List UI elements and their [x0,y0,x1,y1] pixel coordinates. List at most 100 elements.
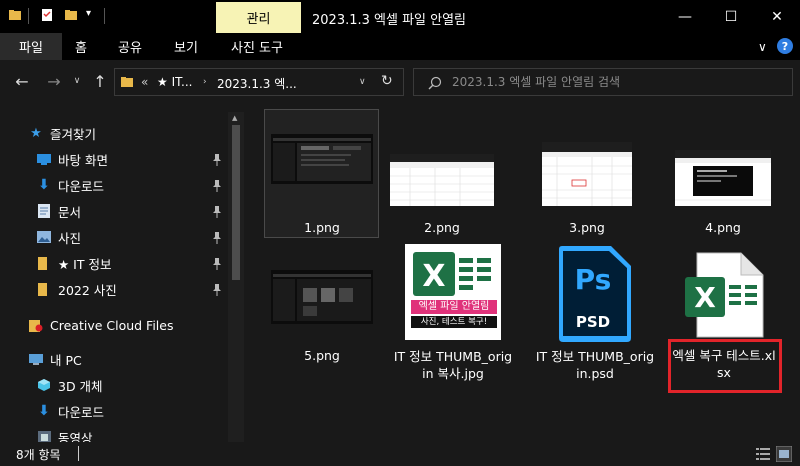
file-name: 5.png [304,348,340,363]
folder-app-icon[interactable] [8,8,22,22]
pictures-icon [36,230,52,244]
collapse-ribbon-icon[interactable]: ∨ [758,33,767,60]
image-thumbnail [663,150,783,206]
document-icon [36,204,52,218]
sidebar-item-creative-cloud[interactable]: Creative Cloud Files [28,313,174,337]
breadcrumb-separator-icon[interactable]: › [203,77,207,87]
breadcrumb-it-info[interactable]: ★ IT... [157,75,192,89]
sidebar-item-documents[interactable]: 문서 [36,199,81,223]
image-thumbnail: X 엑셀 파일 안열림 사진, 테스트 복구! [405,244,501,340]
status-bar: 8개 항목 [0,442,800,466]
sidebar-item-label: 내 PC [50,352,82,368]
ribbon-tabs: 파일 홈 공유 보기 사진 도구 ∨ ? [0,33,800,60]
sidebar-item-pictures[interactable]: 사진 [36,225,81,249]
search-input[interactable] [452,73,782,91]
sidebar-item-label: 다운로드 [58,404,105,420]
highlight-frame [668,339,782,393]
file-item[interactable]: Ps PSD IT 정보 THUMB_origin.psd [535,244,655,404]
sidebar-item-2022-photos[interactable]: 2022 사진 [36,277,117,301]
address-dropdown-icon[interactable]: ∨ [359,77,366,87]
tab-home[interactable]: 홈 [75,33,87,60]
details-view-icon[interactable] [756,447,770,461]
sidebar-item-this-pc[interactable]: 내 PC [28,347,82,371]
image-thumbnail [262,270,382,324]
svg-text:X: X [422,259,445,294]
thumbnail-title: 엑셀 파일 안열림 [411,300,497,314]
xlsx-file-icon: X [665,250,785,340]
file-item[interactable]: 5.png [262,252,382,372]
navigation-bar: ← → ∨ ↑ « ★ IT... › 2023.1.3 엑... ∨ ↻ [0,60,800,102]
address-overflow[interactable]: « [141,75,148,89]
minimize-button[interactable]: — [662,0,708,33]
star-icon: ★ [30,125,42,141]
maximize-button[interactable]: ☐ [708,0,754,33]
help-icon[interactable]: ? [777,38,793,54]
folder-icon [36,282,52,296]
image-thumbnail [527,142,647,206]
pin-icon[interactable] [212,284,222,296]
svg-text:X: X [694,281,716,314]
new-folder-icon[interactable] [64,8,78,22]
window-title: 2023.1.3 엑셀 파일 안열림 [312,13,467,28]
thumbnail-subtitle: 사진, 테스트 복구! [411,316,497,328]
quick-access-dropdown-icon[interactable]: ▾ [86,8,91,19]
tab-manage[interactable]: 관리 [216,2,301,33]
close-button[interactable]: ✕ [754,0,800,33]
sidebar-scroll-thumb[interactable] [232,125,240,280]
file-item[interactable]: 4.png [663,102,783,242]
pin-icon[interactable] [212,206,222,218]
sidebar-item-downloads[interactable]: ⬇ 다운로드 [36,173,104,197]
sidebar-item-label: ★ IT 정보 [58,256,112,272]
tab-file[interactable]: 파일 [0,33,62,60]
sidebar-item-videos[interactable]: 동영상 [36,425,93,442]
sidebar-item-label: 즐겨찾기 [50,126,97,142]
file-grid: 1.png 2.png 3.png 4.png 5.png X 엑셀 파일 안열… [245,102,800,442]
search-icon [428,76,442,90]
pin-icon[interactable] [212,180,222,192]
sidebar-item-label: 2022 사진 [58,282,117,298]
sidebar-item-label: Creative Cloud Files [50,317,174,333]
file-name: IT 정보 THUMB_origin.psd [535,349,655,381]
sidebar-item-label: 문서 [58,204,82,220]
file-item[interactable]: 1.png [262,102,382,242]
3d-objects-icon [36,378,52,392]
scroll-up-icon[interactable]: ▲ [232,114,237,122]
item-count: 8개 항목 [16,448,61,462]
large-icons-view-icon[interactable] [776,446,792,462]
back-arrow-icon[interactable]: ← [12,70,32,92]
file-item[interactable]: 3.png [527,102,647,242]
file-item[interactable]: X 엑셀 파일 안열림 사진, 테스트 복구! IT 정보 THUMB_orig… [394,244,523,404]
sidebar-item-pc-downloads[interactable]: ⬇ 다운로드 [36,399,104,423]
forward-arrow-icon[interactable]: → [44,70,64,92]
tab-view[interactable]: 보기 [174,33,198,60]
image-thumbnail [382,154,502,206]
tab-picture-tools[interactable]: 사진 도구 [231,33,283,60]
search-box[interactable] [413,68,793,96]
sidebar-item-label: 3D 개체 [58,378,103,394]
refresh-icon[interactable]: ↻ [381,73,393,89]
download-icon: ⬇ [38,177,50,193]
file-name: 4.png [705,220,741,235]
address-bar[interactable]: « ★ IT... › 2023.1.3 엑... ∨ ↻ [114,68,404,96]
folder-icon [121,77,133,87]
computer-icon [28,352,44,366]
sidebar-item-label: 다운로드 [58,178,105,194]
sidebar-item-it-info[interactable]: ★ IT 정보 [36,251,111,275]
recent-locations-icon[interactable]: ∨ [70,70,84,92]
up-arrow-icon[interactable]: ↑ [90,70,110,92]
sidebar-item-quick-access[interactable]: ★ 즐겨찾기 [28,121,96,145]
file-name: IT 정보 THUMB_origin 복사.jpg [393,349,513,381]
sidebar-item-3d-objects[interactable]: 3D 개체 [36,373,103,397]
breadcrumb-current[interactable]: 2023.1.3 엑... [217,75,297,92]
sidebar-item-label: 사진 [58,230,82,246]
pin-icon[interactable] [212,154,222,166]
sidebar-item-desktop[interactable]: 바탕 화면 [36,147,108,171]
psd-file-icon: Ps PSD [535,244,655,344]
pin-icon[interactable] [212,258,222,270]
file-name: 1.png [304,220,340,235]
file-item[interactable]: 2.png [382,102,502,242]
properties-icon[interactable] [40,8,54,22]
navigation-pane: ★ 즐겨찾기 바탕 화면 ⬇ 다운로드 문서 사진 ★ IT 정보 2022 사… [0,112,245,442]
tab-share[interactable]: 공유 [118,33,142,60]
pin-icon[interactable] [212,232,222,244]
